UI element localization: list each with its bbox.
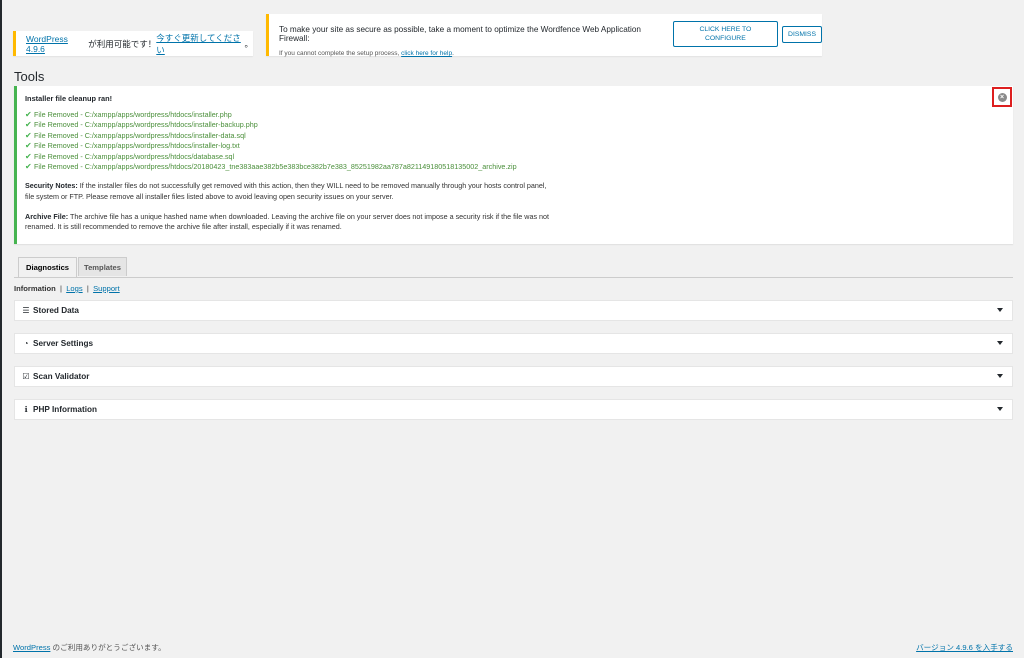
wordfence-help-text: If you cannot complete the setup process…: [279, 50, 402, 57]
footer-thanks: WordPress のご利用ありがとうございます。: [13, 642, 166, 653]
footer-version: バージョン 4.9.6 を入手する: [916, 642, 1013, 653]
wordfence-help: If you cannot complete the setup process…: [279, 50, 822, 57]
subnav-logs-link[interactable]: Logs: [66, 284, 82, 293]
subnav-information: Information: [14, 284, 56, 293]
file-path: File Removed - C:/xampp/apps/wordpress/h…: [34, 110, 232, 119]
list-icon: ☰: [22, 306, 30, 315]
close-icon: ×: [997, 92, 1007, 102]
update-nag-text: が利用可能です！: [85, 38, 157, 49]
subnav-separator: |: [55, 284, 67, 293]
get-version-link[interactable]: バージョン 4.9.6 を入手する: [916, 643, 1013, 652]
panel-scan-validator[interactable]: ☑ Scan Validator: [14, 366, 1013, 387]
configure-button[interactable]: CLICK HERE TO CONFIGURE: [672, 21, 779, 47]
panel-title: Scan Validator: [33, 372, 90, 381]
list-item: ✔ File Removed - C:/xampp/apps/wordpress/…: [25, 162, 1013, 172]
check-icon: ✔: [25, 162, 32, 172]
update-now-link[interactable]: 今すぐ更新してください: [156, 32, 244, 56]
update-nag-suffix: 。: [244, 38, 253, 49]
notice-dismiss-button[interactable]: ×: [992, 87, 1012, 107]
panel-title: Server Settings: [33, 339, 94, 348]
caret-down-icon: [997, 308, 1003, 312]
sub-navigation: Information | Logs | Support: [14, 284, 120, 293]
list-item: ✔ File Removed - C:/xampp/apps/wordpress/…: [25, 141, 1013, 151]
security-notes-label: Security Notes:: [25, 181, 78, 191]
wordfence-help-suffix: .: [452, 50, 454, 57]
footer-thanks-text: のご利用ありがとうございます。: [50, 643, 166, 652]
notice-title: Installer file cleanup ran!: [25, 94, 113, 103]
subnav-support-link[interactable]: Support: [93, 284, 120, 293]
tab-bar: Diagnostics Templates: [14, 257, 1013, 278]
check-square-icon: ☑: [22, 372, 30, 381]
archive-note-text: The archive file has a unique hashed nam…: [25, 211, 550, 232]
file-path: File Removed - C:/xampp/apps/wordpress/h…: [34, 151, 235, 161]
panel-title: Stored Data: [33, 306, 79, 315]
removed-files-list: ✔ File Removed - C:/xampp/apps/wordpress/…: [25, 110, 1013, 172]
admin-sidebar-edge: [0, 0, 2, 658]
check-icon: ✔: [25, 120, 32, 130]
panel-title: PHP Information: [33, 405, 97, 414]
file-path: File Removed - C:/xampp/apps/wordpress/h…: [34, 130, 246, 140]
file-path: File Removed - C:/xampp/apps/wordpress/h…: [34, 141, 240, 151]
list-item: ✔ File Removed - C:/xampp/apps/wordpress/…: [25, 131, 1013, 141]
security-notes-text: If the installer files do not successful…: [25, 181, 547, 202]
archive-note: Archive File: The archive file has a uni…: [25, 212, 555, 233]
footer-wordpress-link[interactable]: WordPress: [13, 643, 50, 652]
update-nag: WordPress 4.9.6 が利用可能です！ 今すぐ更新してください 。: [13, 31, 253, 56]
file-path: File Removed - C:/xampp/apps/wordpress/h…: [34, 162, 517, 172]
list-item: ✔ File Removed - C:/xampp/apps/wordpress/…: [25, 120, 1013, 130]
page-title: Tools: [14, 69, 45, 84]
archive-note-label: Archive File:: [25, 211, 69, 221]
dismiss-button[interactable]: DISMISS: [782, 25, 822, 43]
file-path: File Removed - C:/xampp/apps/wordpress/h…: [34, 120, 258, 130]
info-circle-icon: ℹ: [24, 405, 28, 414]
tab-templates[interactable]: Templates: [78, 257, 127, 276]
caret-down-icon: [997, 341, 1003, 345]
tab-diagnostics[interactable]: Diagnostics: [18, 257, 77, 277]
caret-down-icon: [997, 374, 1003, 378]
check-icon: ✔: [25, 151, 32, 161]
check-icon: ✔: [25, 110, 32, 119]
wordfence-help-link[interactable]: click here for help: [401, 50, 452, 57]
list-item: ✔ File Removed - C:/xampp/apps/wordpress/…: [25, 152, 1013, 162]
panel-server-settings[interactable]: ◔ Server Settings: [14, 333, 1013, 354]
panel-stored-data[interactable]: ☰ Stored Data: [14, 300, 1013, 321]
wordfence-message: To make your site as secure as possible,…: [279, 25, 641, 43]
check-icon: ✔: [25, 130, 32, 140]
list-item: ✔ File Removed - C:/xampp/apps/wordpress/…: [25, 110, 1013, 120]
subnav-separator: |: [82, 284, 94, 293]
cleanup-notice: Installer file cleanup ran! ✔ File Remove…: [14, 86, 1013, 244]
security-notes: Security Notes: If the installer files d…: [25, 181, 555, 202]
check-icon: ✔: [25, 141, 32, 151]
caret-down-icon: [997, 407, 1003, 411]
wordpress-version-link[interactable]: WordPress 4.9.6: [26, 34, 86, 54]
wordfence-notice: To make your site as secure as possible,…: [266, 14, 822, 57]
dashboard-icon: ◔: [23, 339, 29, 348]
panel-php-information[interactable]: ℹ PHP Information: [14, 399, 1013, 420]
